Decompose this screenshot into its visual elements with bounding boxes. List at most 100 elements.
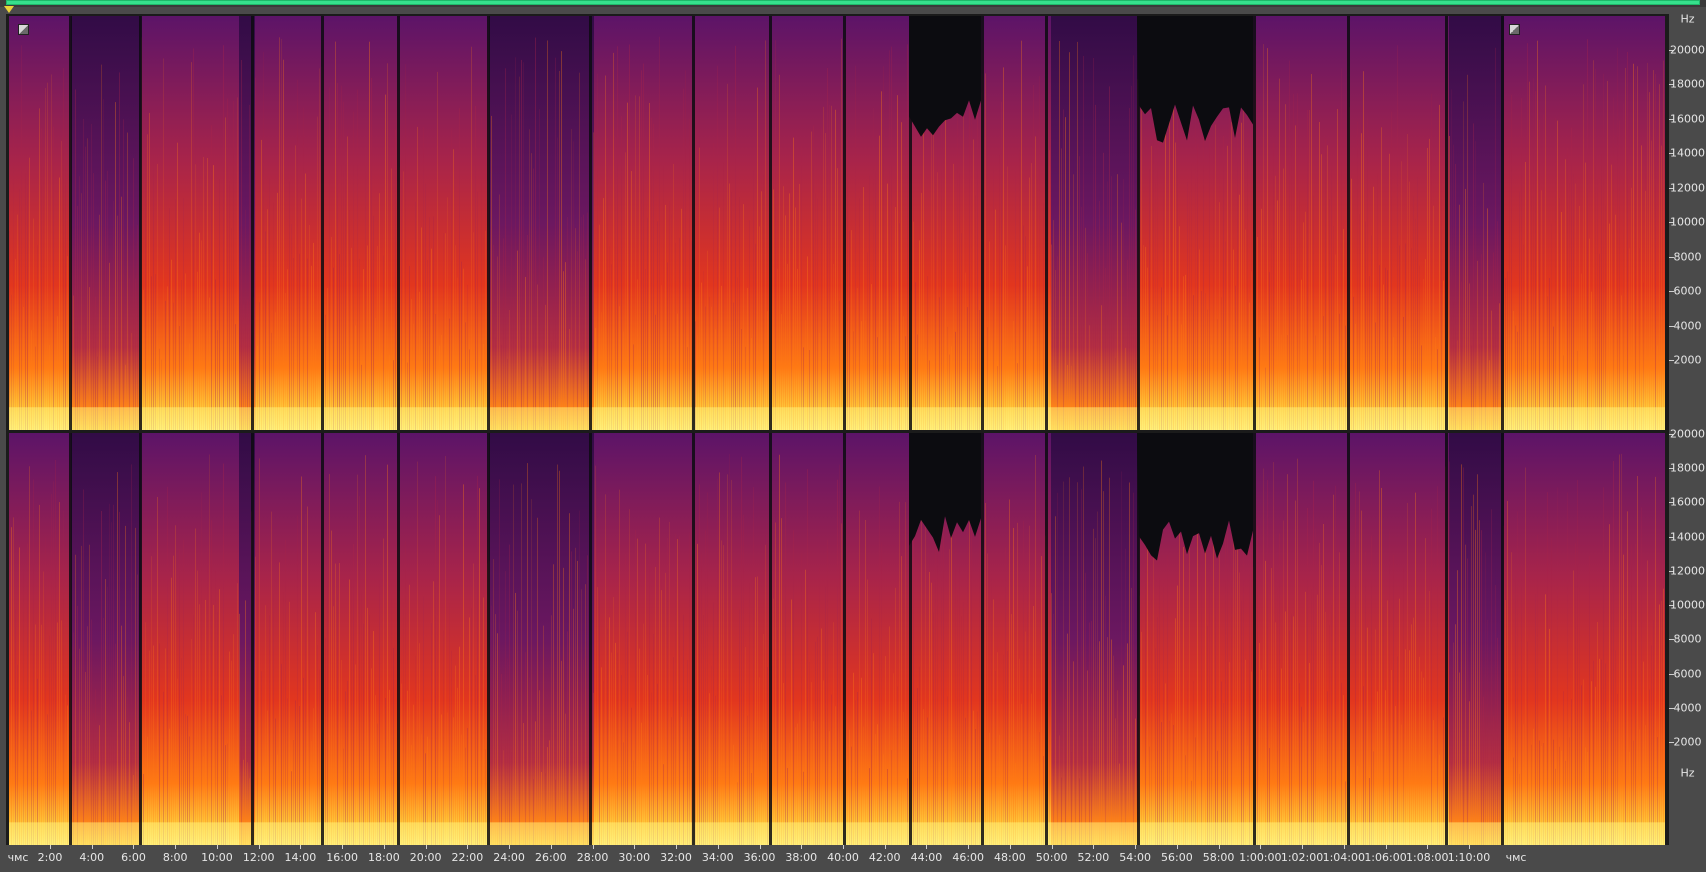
zoom-corner-icon[interactable] <box>18 24 29 35</box>
frequency-tick-label: 14000 <box>1670 146 1705 160</box>
frequency-tick-label: 4000 <box>1673 701 1702 715</box>
time-tick-label: 48:00 <box>994 851 1026 864</box>
time-tick-label: 2:00 <box>37 851 63 864</box>
time-tick-label: 18:00 <box>368 851 400 864</box>
frequency-ruler: Hz 20000 18000 16000 14000 12000 10000 8000 6000… <box>1669 12 1706 845</box>
time-tick <box>1469 845 1470 849</box>
time-tick-label: 26:00 <box>534 851 567 864</box>
time-tick-label: 8:00 <box>162 851 188 864</box>
time-tick <box>1385 845 1387 849</box>
frequency-tick-label: 20000 <box>1670 427 1705 441</box>
time-tick <box>258 845 260 849</box>
time-tick-label: 28:00 <box>576 851 609 864</box>
time-tick <box>50 845 51 849</box>
time-tick-label: 24:00 <box>493 851 525 864</box>
time-tick-label: 36:00 <box>743 851 776 864</box>
time-tick <box>216 845 218 849</box>
time-tick-label: 1:06:00 <box>1364 851 1407 864</box>
time-tick <box>425 845 427 849</box>
frequency-tick-label: 18000 <box>1670 461 1705 475</box>
time-tick <box>1051 845 1053 849</box>
time-tick <box>300 845 302 849</box>
frequency-tick-label: 8000 <box>1673 250 1702 264</box>
time-tick-label: 20:00 <box>409 851 442 864</box>
time-tick-label: 1:08:00 <box>1406 851 1449 864</box>
time-tick-label: 32:00 <box>660 851 692 864</box>
frequency-tick-label: 2000 <box>1673 735 1702 749</box>
frequency-tick-label: 6000 <box>1673 284 1702 298</box>
frequency-tick-label: 16000 <box>1670 112 1705 126</box>
time-tick-label: 14:00 <box>284 851 317 864</box>
time-tick <box>717 845 719 849</box>
time-tick <box>342 845 344 849</box>
frequency-tick-label: 4000 <box>1673 319 1702 333</box>
time-tick-label: 34:00 <box>701 851 734 864</box>
time-tick-label: 12:00 <box>242 851 275 864</box>
time-tick <box>1427 845 1429 849</box>
overview-bar-track[interactable] <box>0 0 1706 7</box>
spectrogram-right-image <box>9 433 1665 845</box>
time-tick-label: 52:00 <box>1077 851 1110 864</box>
time-format-label-start[interactable]: чмс <box>8 851 29 864</box>
time-tick <box>91 845 93 849</box>
frequency-tick-label: 2000 <box>1673 353 1702 367</box>
overview-selection[interactable] <box>6 0 1700 5</box>
frequency-tick-label: 10000 <box>1670 215 1705 229</box>
time-tick <box>133 845 135 849</box>
time-tick-label: 40:00 <box>827 851 859 864</box>
time-tick-label: 46:00 <box>952 851 985 864</box>
time-tick <box>1218 845 1220 849</box>
spectrogram-channel-left[interactable] <box>9 16 1665 430</box>
zoom-corner-icon[interactable] <box>1509 24 1520 35</box>
time-tick-label: 6:00 <box>121 851 146 864</box>
time-tick <box>759 845 761 849</box>
time-tick <box>1135 845 1137 849</box>
time-tick <box>1343 845 1345 849</box>
frequency-tick-label: 12000 <box>1670 564 1705 578</box>
frequency-unit-label: Hz <box>1680 766 1695 780</box>
time-tick <box>175 845 177 849</box>
time-format-label-end[interactable]: чмс <box>1506 851 1527 864</box>
time-ruler[interactable]: чмс чмс 2:00 4:00 6:00 8:00 10:00 12:00 14:00 1… <box>0 845 1706 872</box>
spectrogram-left-image <box>9 16 1665 430</box>
time-tick-label: 1:04:00 <box>1322 851 1365 864</box>
time-tick <box>383 845 385 849</box>
time-tick-label: 10:00 <box>201 851 233 864</box>
time-tick <box>1176 845 1178 849</box>
frequency-tick-label: 6000 <box>1673 667 1702 681</box>
time-tick <box>842 845 844 849</box>
time-tick-label: 22:00 <box>451 851 484 864</box>
time-tick <box>467 845 469 849</box>
time-tick-label: 30:00 <box>618 851 651 864</box>
frequency-unit-label: Hz <box>1680 12 1695 26</box>
time-tick <box>1093 845 1095 849</box>
time-tick-label: 1:00:00 <box>1239 851 1282 864</box>
time-tick-label: 56:00 <box>1160 851 1193 864</box>
time-tick-label: 4:00 <box>79 851 105 864</box>
frequency-tick-label: 18000 <box>1670 77 1705 91</box>
time-tick-label: 1:10:00 <box>1447 851 1491 864</box>
spectrogram-channel-right[interactable] <box>9 433 1665 845</box>
frequency-tick-label: 8000 <box>1673 632 1702 646</box>
time-tick-label: 42:00 <box>868 851 901 864</box>
frequency-tick-label: 10000 <box>1670 598 1705 612</box>
frequency-tick-label: 12000 <box>1670 181 1705 195</box>
time-tick <box>676 845 678 849</box>
time-tick <box>509 845 511 849</box>
frequency-tick-label: 16000 <box>1670 495 1705 509</box>
playhead-marker[interactable] <box>4 6 14 13</box>
time-tick-label: 50:00 <box>1035 851 1068 864</box>
time-tick <box>1009 845 1011 849</box>
frequency-tick-label: 14000 <box>1670 530 1705 544</box>
time-tick <box>1260 845 1262 849</box>
frequency-tick-label: 20000 <box>1670 43 1705 57</box>
time-tick-label: 58:00 <box>1202 851 1235 864</box>
time-tick <box>968 845 970 849</box>
time-tick <box>1302 845 1304 849</box>
time-tick <box>634 845 636 849</box>
time-tick-label: 16:00 <box>326 851 358 864</box>
time-tick <box>801 845 803 849</box>
time-tick <box>884 845 886 849</box>
time-tick-label: 44:00 <box>910 851 943 864</box>
time-tick <box>550 845 552 849</box>
